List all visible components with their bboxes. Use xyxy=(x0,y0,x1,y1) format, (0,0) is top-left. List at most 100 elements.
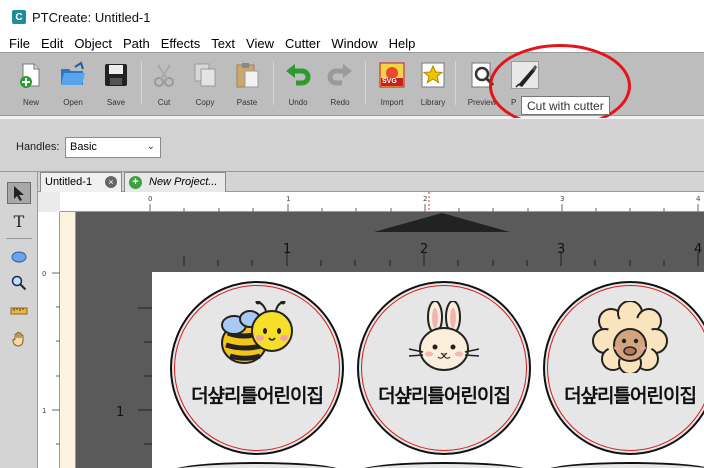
ruler-corner xyxy=(38,192,60,212)
toolbar-separator xyxy=(365,61,366,105)
save-disk-icon xyxy=(102,61,130,89)
redo-label: Redo xyxy=(330,98,350,107)
options-bar: Handles: Basic ⌄ xyxy=(0,118,704,172)
open-folder-icon xyxy=(59,61,87,89)
paste-clipboard-icon xyxy=(233,61,261,89)
select-tool[interactable] xyxy=(7,182,31,204)
text-tool[interactable]: T xyxy=(7,210,31,232)
redo-arrow-icon xyxy=(326,61,354,89)
tab-new-project-label: New Project... xyxy=(149,176,218,188)
toolbar-separator xyxy=(141,61,142,105)
tab-untitled-label: Untitled-1 xyxy=(45,176,93,188)
cut-with-cutter-tooltip: Cut with cutter xyxy=(521,96,610,115)
cut-label: Cut xyxy=(157,98,171,107)
text-t-icon: T xyxy=(13,211,25,231)
h-ruler-label: 0 xyxy=(148,195,152,203)
tool-separator xyxy=(6,238,32,239)
mat-ruler-label: 2 xyxy=(420,242,428,257)
h-ruler-label: 2 xyxy=(423,195,427,203)
undo-button[interactable]: Undo xyxy=(278,61,318,113)
tab-new-project[interactable]: + New Project... xyxy=(124,172,226,192)
ellipse-icon xyxy=(11,251,27,263)
tab-untitled-1[interactable]: Untitled-1 × xyxy=(40,172,122,192)
horizontal-ruler[interactable]: 0 1 2 3 4 xyxy=(60,192,704,212)
handles-select[interactable]: Basic ⌄ xyxy=(65,137,161,158)
ruler-icon xyxy=(10,307,28,315)
menu-path[interactable]: Path xyxy=(118,36,155,51)
vertical-ruler[interactable]: 0 1 xyxy=(38,212,60,468)
sticker-caption: 더샾리틀어린이집 xyxy=(564,385,697,407)
menu-edit[interactable]: Edit xyxy=(36,36,68,51)
add-icon: + xyxy=(129,176,142,189)
mat-ruler-label: 4 xyxy=(694,242,702,257)
canvas-margin-strip xyxy=(60,212,76,468)
hand-tool[interactable] xyxy=(7,328,31,350)
chevron-down-icon: ⌄ xyxy=(146,141,155,152)
arrow-pointer-icon xyxy=(14,186,24,201)
copy-label: Copy xyxy=(195,98,215,107)
menu-effects[interactable]: Effects xyxy=(156,36,206,51)
h-ruler-label: 4 xyxy=(696,195,701,203)
save-button[interactable]: Save xyxy=(96,61,136,113)
measure-tool[interactable] xyxy=(7,300,31,322)
app-logo-icon: C xyxy=(12,10,26,24)
close-tab-icon[interactable]: × xyxy=(105,176,117,188)
title-bar: C PTCreate: Untitled-1 xyxy=(0,0,704,34)
library-button[interactable]: Library xyxy=(413,61,453,113)
cut-button[interactable]: Cut xyxy=(144,61,184,113)
svg-badge: SVG xyxy=(382,78,397,85)
open-label: Open xyxy=(63,98,83,107)
toolbar-separator xyxy=(273,61,274,105)
undo-arrow-icon xyxy=(284,61,312,89)
sticker-caption: 더샾리틀어린이집 xyxy=(378,385,511,407)
new-label: New xyxy=(22,98,39,107)
menu-view[interactable]: View xyxy=(241,36,279,51)
zoom-magnifier-icon xyxy=(11,275,27,291)
handles-label: Handles: xyxy=(16,141,60,153)
paste-label: Paste xyxy=(236,98,258,107)
menu-window[interactable]: Window xyxy=(326,36,382,51)
import-svg-icon: SVG xyxy=(378,61,406,89)
scissors-icon xyxy=(150,61,178,89)
copy-button[interactable]: Copy xyxy=(185,61,225,113)
copy-icon xyxy=(191,61,219,89)
paste-button[interactable]: Paste xyxy=(227,61,267,113)
library-star-icon xyxy=(419,61,447,89)
h-ruler-label: 3 xyxy=(560,195,564,203)
v-ruler-label: 1 xyxy=(42,407,46,415)
zoom-tool[interactable] xyxy=(7,272,31,294)
new-document-icon xyxy=(17,61,45,89)
open-button[interactable]: Open xyxy=(53,61,93,113)
library-label: Library xyxy=(420,98,446,107)
sticker-circle[interactable]: 더샾리틀어린이집 xyxy=(170,281,344,455)
menu-cutter[interactable]: Cutter xyxy=(280,36,325,51)
sticker-circle[interactable]: 더샾리틀어린이집 xyxy=(357,281,531,455)
sheep-icon xyxy=(587,300,673,375)
sticker-circle[interactable]: 더샾리틀어린이집 xyxy=(543,281,704,455)
menu-file[interactable]: File xyxy=(4,36,35,51)
mat-alignment-marker xyxy=(374,213,510,232)
mat-ruler-label: 3 xyxy=(557,242,565,257)
bee-icon xyxy=(214,299,300,373)
h-ruler-label: 1 xyxy=(286,195,290,203)
menu-help[interactable]: Help xyxy=(384,36,421,51)
menu-text[interactable]: Text xyxy=(206,36,240,51)
toolbar-separator xyxy=(455,61,456,105)
tool-panel: T xyxy=(0,172,38,468)
import-button[interactable]: SVG Import xyxy=(372,61,412,113)
undo-label: Undo xyxy=(288,98,308,107)
bunny-icon xyxy=(401,300,487,373)
save-label: Save xyxy=(106,98,126,107)
v-ruler-label: 0 xyxy=(42,270,46,278)
handles-value: Basic xyxy=(70,141,97,153)
window-title: PTCreate: Untitled-1 xyxy=(32,9,151,25)
ellipse-tool[interactable] xyxy=(7,246,31,268)
new-button[interactable]: New xyxy=(11,61,51,113)
redo-button[interactable]: Redo xyxy=(320,61,360,113)
menu-bar: File Edit Object Path Effects Text View … xyxy=(0,34,704,52)
import-label: Import xyxy=(380,98,404,107)
document-tabs: Untitled-1 × + New Project... xyxy=(38,172,704,192)
mat-ruler-label: 1 xyxy=(116,405,124,420)
menu-object[interactable]: Object xyxy=(69,36,117,51)
sticker-caption: 더샾리틀어린이집 xyxy=(191,385,324,407)
